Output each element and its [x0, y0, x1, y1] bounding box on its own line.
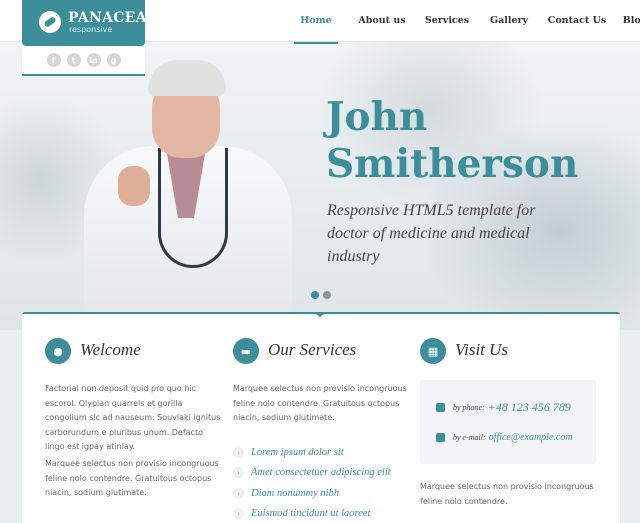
nav-contact-us[interactable]: Contact Us [546, 0, 608, 42]
nav-about-us[interactable]: About us [350, 0, 414, 42]
folder-icon: ▬ [233, 338, 259, 364]
nav-home[interactable]: Home [294, 0, 338, 44]
hero-first-name: John [326, 94, 428, 140]
welcome-column: ● Welcome Factorial non deposit quid pro… [45, 338, 227, 523]
phone-icon [436, 403, 445, 412]
chevron-right-icon: › [233, 467, 244, 479]
services-list-item[interactable]: › Diam nonummy nibh [233, 483, 413, 504]
services-list-item[interactable]: › Lorem ipsum dolor sit [233, 442, 413, 463]
visit-paragraph: Marquee selectus non provisio incongruou… [420, 482, 594, 506]
facebook-icon[interactable]: f [46, 53, 61, 67]
services-list-item[interactable]: › Euismod tincidunt ut laoreet [233, 504, 413, 523]
email-row: by e-mail: office@example.com [436, 432, 573, 443]
services-paragraph: Marquee selectus non provisio incongruou… [233, 384, 407, 422]
services-column: ▬ Our Services Marquee selectus non prov… [233, 338, 415, 523]
visit-title: Visit Us [455, 340, 509, 359]
doctor-hand [118, 166, 150, 206]
stethoscope [158, 148, 228, 268]
brand-logo[interactable]: PANACEA responsive [22, 0, 147, 46]
nav-blog[interactable]: Blog [620, 0, 640, 42]
welcome-paragraph-2: Marquee selectus non provisio incongruou… [45, 459, 219, 497]
services-title: Our Services [268, 340, 357, 359]
welcome-title: Welcome [80, 340, 141, 359]
services-list-item[interactable]: › Amet consectetuer adipiscing elit [233, 463, 413, 484]
email-link[interactable]: office@example.com [489, 432, 573, 443]
slider-dot-1[interactable] [311, 291, 319, 299]
visit-column: ▦ Visit Us by phone: +48 123 456 789 by … [420, 338, 598, 523]
main-nav: Home About us Services Gallery Contact U… [294, 0, 640, 44]
phone-label: by phone: [453, 403, 485, 412]
phone-number[interactable]: +48 123 456 789 [488, 400, 571, 415]
pill-icon [39, 11, 61, 33]
doctor-photo [74, 56, 296, 312]
email-label: by e-mail: [453, 433, 486, 442]
services-list: › Lorem ipsum dolor sit › Amet consectetue… [233, 442, 413, 523]
brand-tagline: responsive [69, 25, 113, 34]
hero-title: John Smitherson [326, 94, 626, 188]
phone-row: by phone: +48 123 456 789 [436, 400, 571, 415]
slider-dot-2[interactable] [323, 291, 331, 299]
hero-last-name: Smitherson [326, 141, 579, 187]
panel-notch [314, 312, 326, 317]
brand-name: PANACEA [68, 10, 147, 26]
welcome-paragraph-1: Factorial non deposit quid pro quo hic e… [45, 384, 221, 451]
social-links: f t in g [22, 46, 145, 76]
nav-gallery[interactable]: Gallery [485, 0, 533, 42]
calendar-icon: ▦ [420, 338, 446, 364]
nav-services[interactable]: Services [421, 0, 473, 42]
chevron-right-icon: › [233, 508, 244, 520]
hero-tagline: Responsive HTML5 template for doctor of … [327, 202, 536, 265]
slider-dots [311, 291, 331, 299]
contact-box: by phone: +48 123 456 789 by e-mail: off… [420, 380, 596, 464]
twitter-icon[interactable]: t [66, 53, 81, 67]
user-icon: ● [45, 338, 71, 364]
chevron-right-icon: › [233, 487, 244, 499]
google-icon[interactable]: g [106, 53, 121, 67]
envelope-icon [436, 433, 445, 442]
chevron-right-icon: › [233, 446, 244, 458]
linkedin-icon[interactable]: in [86, 53, 101, 67]
doctor-hair [148, 60, 226, 96]
